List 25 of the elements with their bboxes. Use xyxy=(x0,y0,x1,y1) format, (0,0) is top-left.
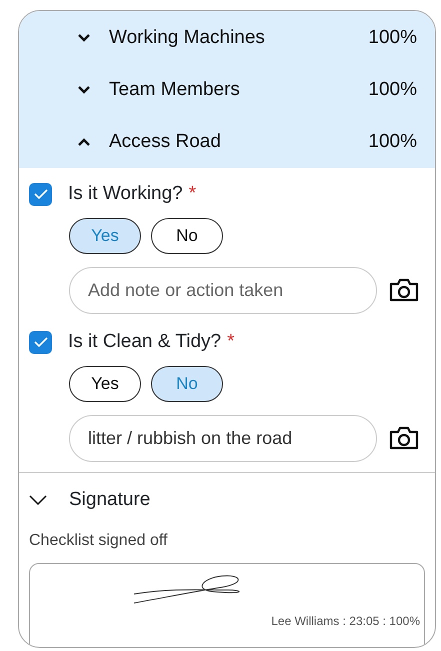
signature-caption: Checklist signed off xyxy=(29,531,168,551)
section-title[interactable]: Team Members xyxy=(109,76,368,104)
section-percent: 100% xyxy=(368,78,417,102)
option-button[interactable]: No xyxy=(151,218,223,254)
section-title[interactable]: Signature xyxy=(69,486,150,514)
signer-text: Lee Williams : 23:05 : 100% xyxy=(271,613,420,630)
chevron-up-icon[interactable] xyxy=(77,137,91,147)
section-percent: 100% xyxy=(368,130,417,154)
checkbox[interactable] xyxy=(29,182,52,206)
option-button[interactable]: Yes xyxy=(69,366,141,402)
section-title[interactable]: Working Machines xyxy=(109,24,368,52)
checkmark-icon xyxy=(34,337,48,347)
section-percent: 100% xyxy=(368,26,417,50)
camera-icon[interactable] xyxy=(389,426,419,450)
chevron-down-icon[interactable] xyxy=(77,33,91,43)
note-field[interactable]: Add note or action taken xyxy=(69,266,377,314)
checkmark-icon xyxy=(34,189,48,199)
question-label: Is it Working? * xyxy=(68,182,196,206)
camera-icon[interactable] xyxy=(389,278,419,302)
checkbox[interactable] xyxy=(29,330,52,354)
chevron-down-icon[interactable] xyxy=(29,495,47,505)
note-field[interactable]: litter / rubbish on the road xyxy=(69,414,377,462)
section-title[interactable]: Access Road xyxy=(109,128,368,156)
question-label: Is it Clean & Tidy? * xyxy=(68,330,235,354)
chevron-down-icon[interactable] xyxy=(77,85,91,95)
